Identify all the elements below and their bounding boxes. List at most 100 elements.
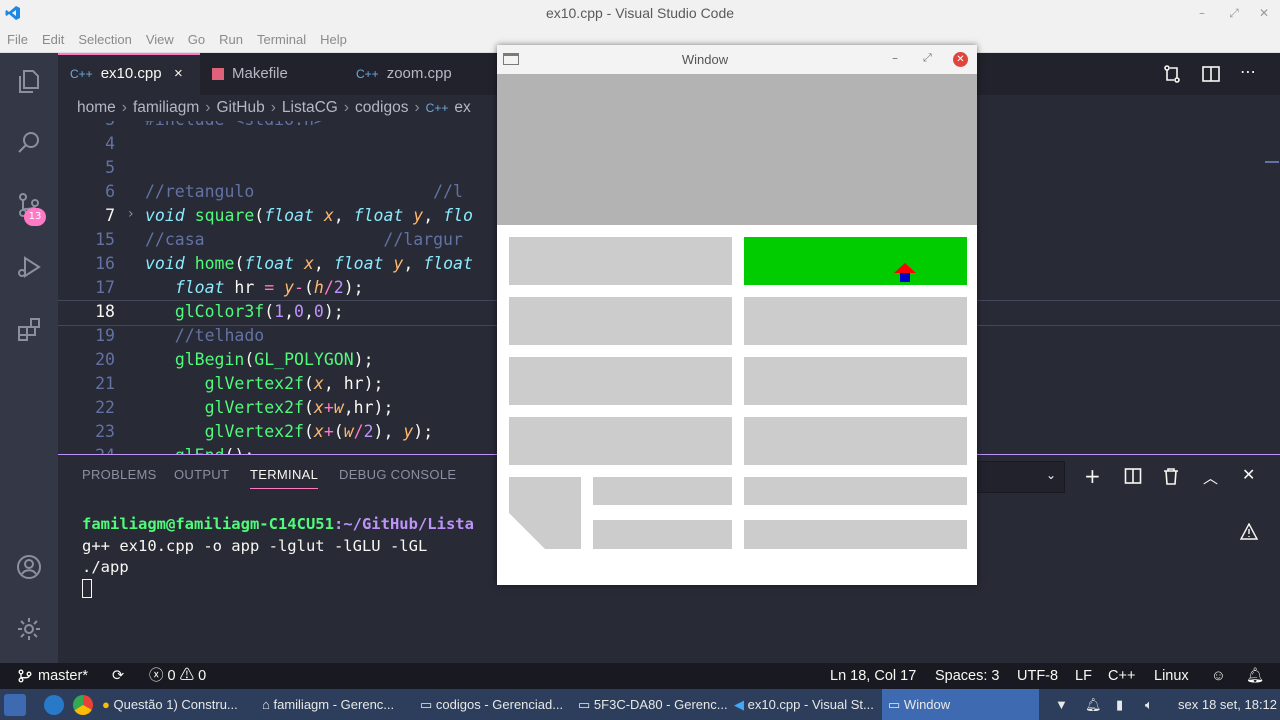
code-line: glVertex2f(x, hr); — [204, 374, 384, 393]
code-line: void square(float x, float y, flo — [145, 206, 473, 225]
os-indicator[interactable]: Linux — [1154, 663, 1189, 689]
menu-go[interactable]: Go — [181, 27, 212, 53]
problems-status[interactable]: ⓧ 0 ⚠ 0 — [149, 663, 206, 689]
code-line: float hr = y-(h/2); — [174, 278, 364, 297]
line-number: 16 — [95, 254, 115, 273]
grid-cell — [593, 477, 732, 505]
tab-ex10-cpp[interactable]: C++ ex10.cpp × — [58, 53, 200, 95]
grid-cell — [744, 520, 967, 549]
indentation[interactable]: Spaces: 3 — [935, 663, 1000, 689]
feedback-icon[interactable]: ☺ — [1211, 663, 1226, 689]
grid-cell — [744, 297, 967, 345]
git-branch-icon[interactable] — [18, 663, 32, 689]
line-number: 21 — [95, 374, 115, 393]
close-panel-icon[interactable]: ✕ — [1242, 465, 1255, 484]
menu-run[interactable]: Run — [212, 27, 250, 53]
split-editor-icon[interactable] — [1201, 64, 1221, 88]
settings-gear-icon[interactable] — [0, 604, 58, 654]
clock[interactable]: sex 18 set, 18:12 — [1178, 689, 1277, 720]
menu-help[interactable]: Help — [313, 27, 354, 53]
line-ending[interactable]: LF — [1075, 663, 1092, 689]
maximize-button[interactable]: ⤢ — [923, 51, 932, 65]
breadcrumb-item[interactable]: familiagm — [133, 99, 199, 116]
maximize-panel-icon[interactable]: ︿ — [1203, 467, 1218, 488]
taskbar-item-vscode[interactable]: ◀ ex10.cpp - Visual St... — [728, 689, 882, 720]
line-number: 6 — [105, 182, 115, 201]
tab-output[interactable]: OUTPUT — [174, 467, 229, 482]
close-window-button[interactable]: ✕ — [1254, 0, 1274, 27]
run-debug-icon[interactable] — [0, 242, 58, 292]
taskbar-item-window[interactable]: ▭ Window — [882, 689, 1039, 720]
glut-window[interactable]: Window – ⤢ ✕ — [497, 45, 977, 585]
split-terminal-icon[interactable] — [1124, 467, 1142, 489]
close-button[interactable]: ✕ — [953, 52, 968, 67]
tab-makefile[interactable]: Makefile — [200, 53, 344, 95]
menu-file[interactable]: File — [0, 27, 35, 53]
git-branch-label[interactable]: master* — [38, 663, 88, 689]
more-actions-icon[interactable]: ⋯ — [1240, 62, 1256, 81]
code-line: void home(float x, float y, float — [145, 254, 473, 273]
volume-icon[interactable]: 🔈︎ — [1145, 689, 1153, 720]
taskbar-item-file-manager-2[interactable]: ▭ codigos - Gerenciad... — [414, 689, 572, 720]
sync-icon[interactable]: ⟳ — [112, 663, 124, 689]
new-terminal-icon[interactable]: + — [1084, 464, 1101, 488]
extensions-icon[interactable] — [0, 304, 58, 354]
breadcrumb-item[interactable]: codigos — [355, 99, 408, 116]
menu-edit[interactable]: Edit — [35, 27, 71, 53]
minimize-button[interactable]: – — [892, 51, 898, 65]
warning-count: 0 — [198, 668, 207, 684]
breadcrumb-item[interactable]: GitHub — [216, 99, 264, 116]
grid-cell — [744, 417, 967, 465]
tab-problems[interactable]: PROBLEMS — [82, 467, 157, 482]
taskbar-item-label: familiagm - Gerenc... — [273, 697, 395, 712]
fold-chevron-icon[interactable]: › — [128, 206, 134, 222]
terminal-select-dropdown[interactable]: ⌄ — [977, 461, 1065, 493]
maximize-button[interactable]: ⤢ — [1224, 0, 1244, 27]
warning-icon: ⚠ — [179, 668, 195, 684]
notification-icon[interactable]: 🔔︎ — [1085, 689, 1102, 720]
menu-terminal[interactable]: Terminal — [250, 27, 313, 53]
chrome-icon[interactable] — [73, 695, 93, 715]
breadcrumb-item[interactable]: home — [77, 99, 116, 116]
cpp-file-icon: C++ — [70, 67, 93, 81]
tab-label: Makefile — [232, 65, 288, 82]
top-band — [497, 74, 977, 225]
account-icon[interactable] — [0, 542, 58, 592]
taskbar-item-chrome[interactable]: ● Questão 1) Constru... — [96, 689, 256, 720]
tab-debug-console[interactable]: DEBUG CONSOLE — [339, 467, 456, 482]
encoding[interactable]: UTF-8 — [1017, 663, 1058, 689]
menu-view[interactable]: View — [139, 27, 181, 53]
line-number: 18 — [95, 302, 115, 321]
wifi-icon[interactable]: ▼ — [1055, 689, 1068, 720]
cursor-position[interactable]: Ln 18, Col 17 — [830, 663, 916, 689]
trash-icon[interactable] — [1163, 467, 1179, 489]
launcher-icon[interactable] — [44, 695, 64, 715]
line-number: 23 — [95, 422, 115, 441]
taskbar-item-file-manager-1[interactable]: ⌂ familiagm - Gerenc... — [256, 689, 414, 720]
breadcrumb-item[interactable]: ex — [454, 99, 470, 116]
breadcrumb-item[interactable]: ListaCG — [282, 99, 338, 116]
menu-selection[interactable]: Selection — [71, 27, 138, 53]
tab-close-icon[interactable]: × — [174, 55, 183, 93]
open-changes-icon[interactable] — [1162, 64, 1182, 88]
language-mode[interactable]: C++ — [1108, 663, 1135, 689]
tab-terminal[interactable]: TERMINAL — [250, 467, 319, 489]
explorer-icon[interactable] — [0, 56, 58, 106]
grid-cell — [509, 297, 732, 345]
taskbar-item-file-manager-3[interactable]: ▭ 5F3C-DA80 - Gerenc... — [572, 689, 728, 720]
minimize-button[interactable]: – — [1192, 0, 1212, 27]
house-shape — [894, 263, 916, 282]
battery-icon[interactable]: ▮ — [1116, 689, 1123, 720]
warning-icon[interactable] — [1239, 522, 1259, 544]
start-menu-icon[interactable] — [4, 694, 26, 716]
notifications-bell-icon[interactable]: 🔔︎ — [1246, 663, 1264, 689]
window-icon: ▭ — [888, 697, 901, 712]
triangle-cut-cell — [509, 477, 581, 549]
cpp-file-icon: C++ — [356, 67, 379, 81]
search-icon[interactable] — [0, 118, 58, 168]
folder-icon: ▭ — [578, 697, 591, 712]
glut-window-titlebar[interactable]: Window – ⤢ ✕ — [497, 45, 977, 74]
tab-zoom-cpp[interactable]: C++ zoom.cpp — [344, 53, 488, 95]
makefile-icon — [212, 68, 224, 81]
line-number: 4 — [105, 134, 115, 153]
